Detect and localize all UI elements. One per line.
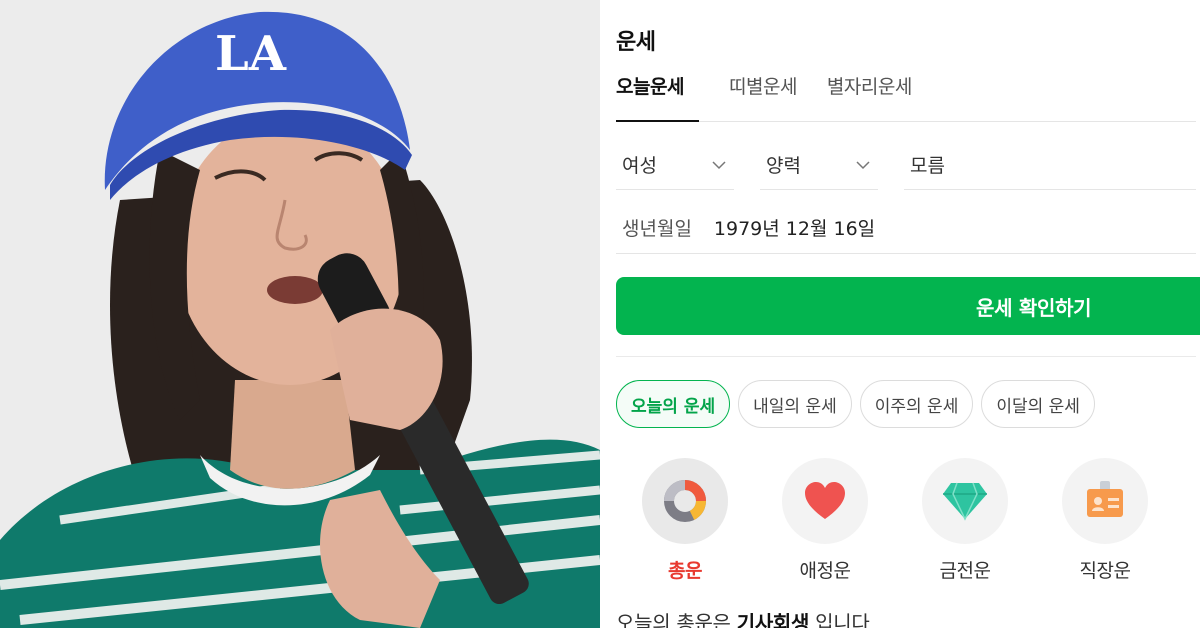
chevron-down-icon [856, 160, 870, 169]
result-keyword: 기사회생 [736, 611, 810, 628]
category-label: 총운 [668, 560, 702, 582]
category-icon-circle [642, 458, 728, 544]
result-prefix: 오늘의 총운은 [616, 611, 737, 628]
category-love[interactable]: 애정운 [780, 458, 870, 583]
birth-time-value: 모름 [910, 155, 945, 177]
tab-zodiac-animal-fortune[interactable]: 띠별운세 [729, 72, 797, 122]
widget-title: 운세 [616, 30, 656, 55]
gender-value: 여성 [622, 155, 657, 177]
category-label: 직장운 [1079, 560, 1131, 582]
id-badge-icon [1087, 481, 1123, 517]
pill-this-month[interactable]: 이달의 운세 [981, 380, 1095, 428]
pill-this-week[interactable]: 이주의 운세 [859, 380, 974, 428]
pill-tomorrow[interactable]: 내일의 운세 [738, 380, 852, 428]
birthdate-label: 생년월일 [622, 218, 692, 240]
heart-icon [805, 482, 845, 519]
fortune-widget: 운세 오늘운세 띠별운세 별자리운세 여성 양력 모름 생년월일 1979년 1… [600, 0, 1200, 628]
check-fortune-button[interactable]: 운세 확인하기 [616, 277, 1200, 335]
tab-horoscope-fortune[interactable]: 별자리운세 [827, 72, 912, 122]
diamond-icon [943, 482, 987, 521]
birth-time-select[interactable]: 모름 [904, 140, 1196, 190]
category-money[interactable]: 금전운 [920, 458, 1010, 583]
birthdate-value: 1979년 12월 16일 [713, 218, 876, 240]
category-label: 금전운 [939, 560, 991, 582]
press-photo: LA [0, 0, 600, 628]
category-overall[interactable]: 총운 [640, 458, 730, 583]
fortune-result-text: 오늘의 총운은 기사회생 입니다 [616, 607, 870, 628]
category-icon-circle [782, 458, 868, 544]
divider [616, 356, 1196, 357]
gender-select[interactable]: 여성 [616, 140, 734, 190]
category-career[interactable]: 직장운 [1060, 458, 1150, 583]
tab-today-fortune[interactable]: 오늘운세 [616, 72, 699, 122]
period-pills: 오늘의 운세 내일의 운세 이주의 운세 이달의 운세 [616, 380, 1103, 428]
pill-today[interactable]: 오늘의 운세 [616, 380, 731, 428]
cap-logo: LA [215, 26, 287, 82]
fortune-categories: 총운 애정운 금전운 직장운 [640, 458, 1200, 583]
donut-chart-icon [664, 480, 707, 522]
calendar-type-select[interactable]: 양력 [760, 140, 878, 190]
category-icon-circle [1062, 458, 1148, 544]
result-suffix: 입니다 [809, 611, 870, 628]
calendar-type-value: 양력 [766, 155, 801, 177]
profile-selectors: 여성 양력 모름 [616, 140, 1196, 190]
chevron-down-icon [712, 160, 726, 169]
woman-with-microphone-illustration: LA [0, 0, 600, 628]
fortune-tabs: 오늘운세 띠별운세 별자리운세 [616, 72, 1196, 122]
birthdate-field[interactable]: 생년월일 1979년 12월 16일 [616, 202, 1196, 254]
category-label: 애정운 [799, 560, 851, 582]
category-icon-circle [922, 458, 1008, 544]
